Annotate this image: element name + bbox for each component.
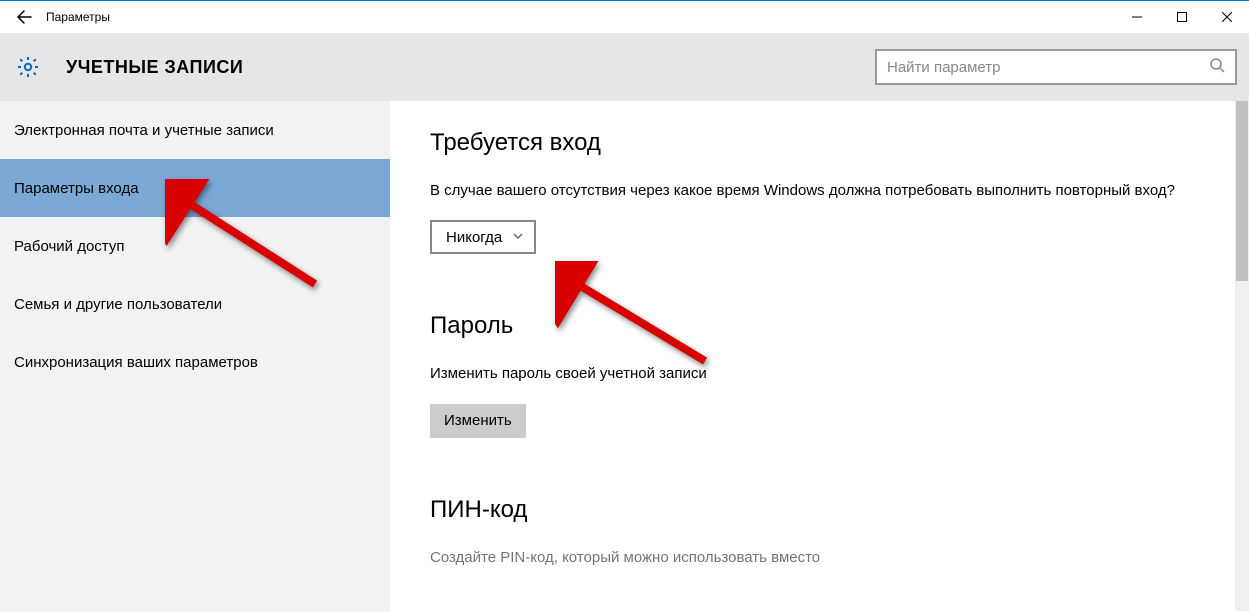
- vertical-scrollbar[interactable]: [1235, 101, 1249, 611]
- maximize-button[interactable]: [1159, 1, 1204, 33]
- sidebar-item-label: Электронная почта и учетные записи: [14, 122, 274, 139]
- minimize-icon: [1132, 12, 1142, 22]
- signin-required-description: В случае вашего отсутствия через какое в…: [430, 179, 1190, 202]
- content-area: Требуется вход В случае вашего отсутстви…: [390, 101, 1249, 612]
- page-heading: УЧЕТНЫЕ ЗАПИСИ: [66, 57, 243, 78]
- sidebar-item-sync-settings[interactable]: Синхронизация ваших параметров: [0, 333, 390, 391]
- sidebar-item-label: Семья и другие пользователи: [14, 296, 222, 313]
- header: УЧЕТНЫЕ ЗАПИСИ: [0, 33, 1249, 101]
- maximize-icon: [1177, 12, 1187, 22]
- dropdown-value: Никогда: [446, 229, 502, 246]
- minimize-button[interactable]: [1114, 1, 1159, 33]
- sidebar-item-family-users[interactable]: Семья и другие пользователи: [0, 275, 390, 333]
- sidebar: Электронная почта и учетные записи Парам…: [0, 101, 390, 612]
- change-password-button[interactable]: Изменить: [430, 404, 526, 438]
- password-description: Изменить пароль своей учетной записи: [430, 362, 1190, 385]
- back-arrow-icon: [16, 9, 32, 25]
- search-icon: [1209, 57, 1225, 77]
- section-heading-pin: ПИН-код: [430, 496, 1229, 524]
- window-title: Параметры: [46, 10, 110, 24]
- back-button[interactable]: [8, 1, 40, 33]
- close-button[interactable]: [1204, 1, 1249, 33]
- section-heading-signin-required: Требуется вход: [430, 129, 1229, 157]
- sidebar-item-work-access[interactable]: Рабочий доступ: [0, 217, 390, 275]
- signin-required-dropdown[interactable]: Никогда: [430, 220, 536, 254]
- button-label: Изменить: [444, 412, 512, 429]
- search-box[interactable]: [875, 49, 1237, 85]
- settings-gear-icon: [14, 53, 42, 81]
- pin-description: Создайте PIN-код, который можно использо…: [430, 546, 1190, 569]
- sidebar-item-email-accounts[interactable]: Электронная почта и учетные записи: [0, 101, 390, 159]
- sidebar-item-label: Синхронизация ваших параметров: [14, 354, 258, 371]
- titlebar: Параметры: [0, 1, 1249, 33]
- section-heading-password: Пароль: [430, 312, 1229, 340]
- sidebar-item-label: Рабочий доступ: [14, 238, 124, 255]
- sidebar-item-label: Параметры входа: [14, 180, 139, 197]
- sidebar-item-signin-options[interactable]: Параметры входа: [0, 159, 390, 217]
- chevron-down-icon: [512, 229, 524, 246]
- search-input[interactable]: [887, 59, 1209, 76]
- close-icon: [1222, 12, 1232, 22]
- scrollbar-thumb[interactable]: [1236, 101, 1248, 281]
